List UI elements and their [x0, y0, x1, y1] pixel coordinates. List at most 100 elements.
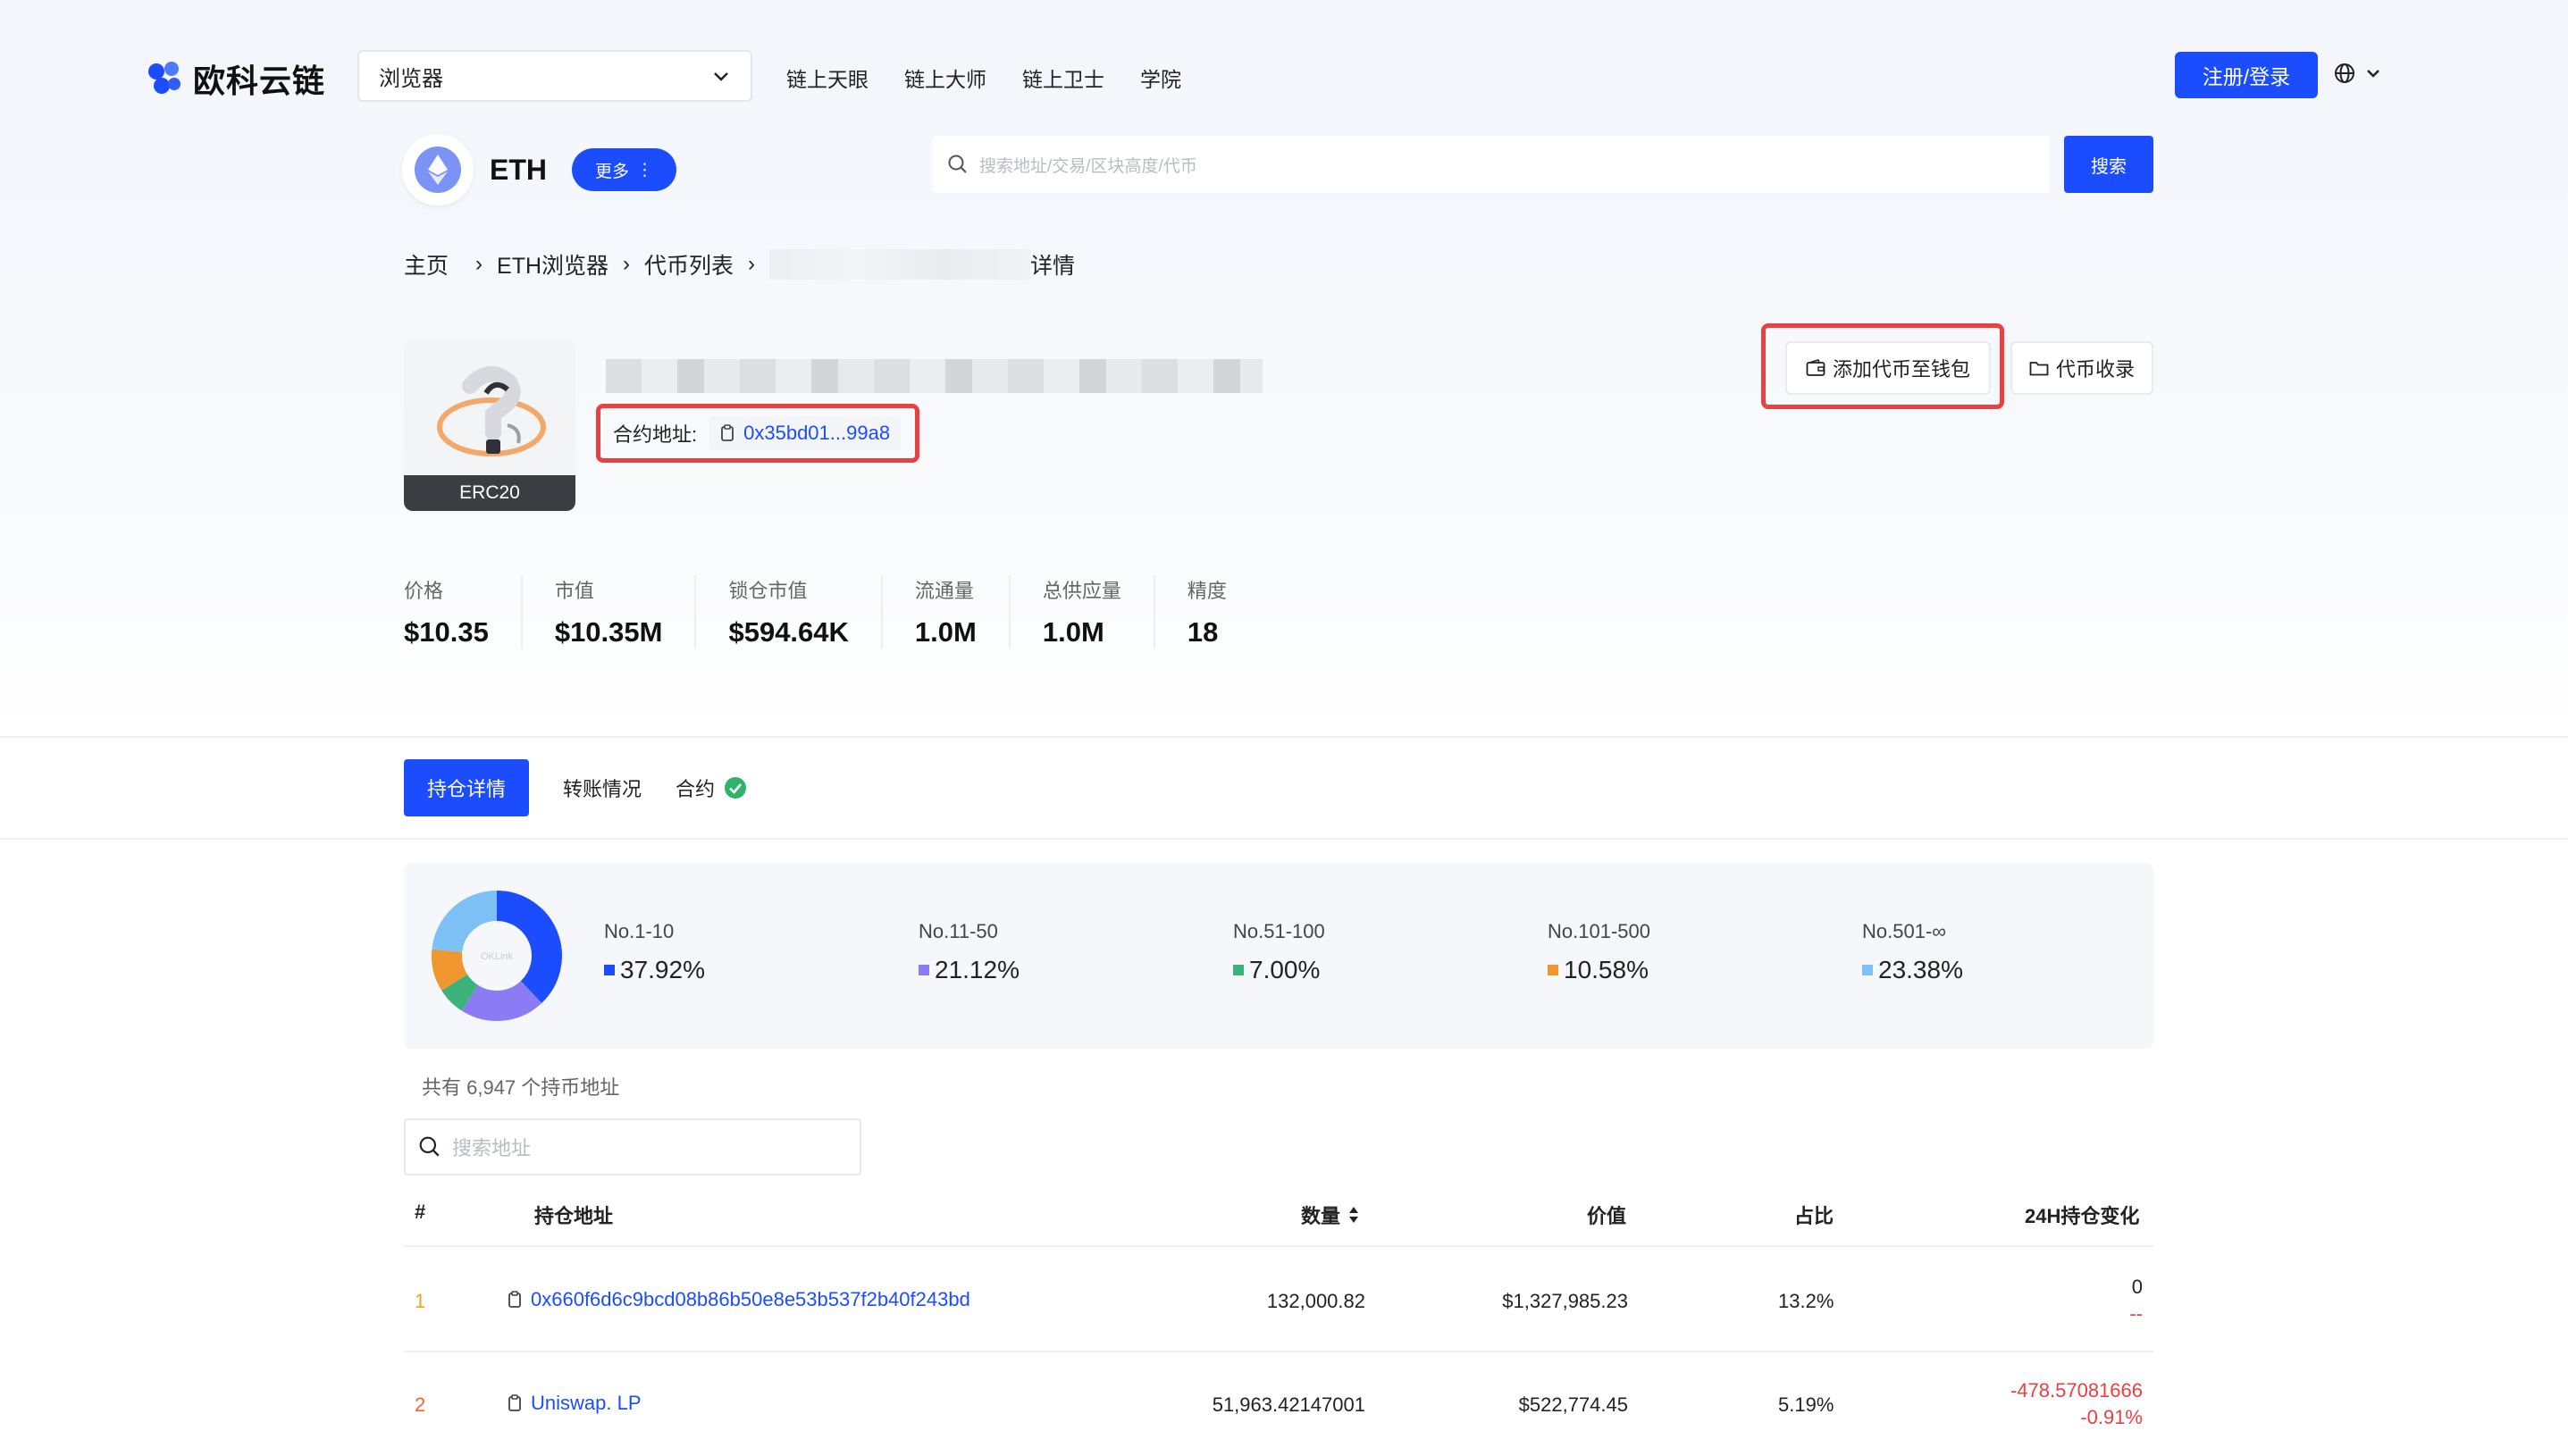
distribution-item: No.101-500 10.58% — [1548, 920, 1650, 984]
nav-item-tianyan[interactable]: 链上天眼 — [786, 63, 869, 93]
detail-tabs: 持仓详情 转账情况 合约 — [404, 759, 747, 816]
add-wallet-label: 添加代币至钱包 — [1832, 358, 1970, 381]
breadcrumb-token-name-blurred — [769, 249, 1031, 280]
distribution-value: 7.00% — [1233, 956, 1325, 984]
token-collect-button[interactable]: 代币收录 — [2010, 341, 2153, 395]
selector-label: 浏览器 — [379, 66, 443, 91]
copy-icon[interactable] — [508, 1291, 524, 1309]
global-search-input[interactable]: 搜索地址/交易/区块高度/代币 — [933, 136, 2050, 193]
globe-icon — [2335, 63, 2354, 83]
holder-address-link[interactable]: Uniswap. LP — [508, 1392, 642, 1415]
row-value: $522,774.45 — [1518, 1393, 1628, 1416]
contract-address-box: 合约地址: 0x35bd01...99a8 — [596, 404, 919, 463]
table-header-divider — [404, 1245, 2153, 1247]
search-icon — [419, 1136, 440, 1157]
distribution-donut-chart: OKLink — [432, 891, 562, 1021]
stat-value: 1.0M — [1042, 616, 1104, 648]
stat-circulating: 流通量 1.0M — [915, 575, 1011, 649]
top-nav: 链上天眼 链上大师 链上卫士 学院 — [786, 63, 1181, 93]
row-amount: 51,963.42147001 — [1212, 1393, 1365, 1416]
distribution-value-text: 23.38% — [1878, 956, 1963, 983]
distribution-label: No.1-10 — [604, 920, 675, 942]
distribution-item: No.11-50 21.12% — [919, 920, 1020, 984]
distribution-label: No.501-∞ — [1862, 920, 1946, 942]
donut-slice-3 — [432, 949, 468, 991]
donut-slice-2 — [441, 974, 479, 1011]
nav-item-weishi[interactable]: 链上卫士 — [1022, 63, 1104, 93]
legend-swatch — [1548, 965, 1558, 975]
verified-check-icon — [725, 777, 747, 799]
address-search-placeholder: 搜索地址 — [452, 1137, 532, 1159]
stat-label: 总供应量 — [1042, 580, 1121, 602]
distribution-label: No.101-500 — [1548, 920, 1650, 942]
contract-address-link[interactable]: 0x35bd01...99a8 — [709, 416, 902, 450]
distribution-value: 21.12% — [919, 956, 1020, 984]
distribution-label: No.51-100 — [1233, 920, 1325, 942]
donut-slice-0 — [496, 891, 562, 1003]
token-standard-badge: ERC20 — [404, 475, 575, 511]
stat-locked-value: 锁仓市值 $594.64K — [728, 575, 883, 649]
more-chains-button[interactable]: 更多 ⋮ — [572, 148, 677, 191]
distribution-value: 37.92% — [604, 956, 705, 984]
stat-label: 锁仓市值 — [728, 580, 808, 602]
row-rank: 1 — [415, 1290, 426, 1312]
stat-value: $594.64K — [728, 616, 849, 648]
nav-item-academy[interactable]: 学院 — [1140, 63, 1181, 93]
distribution-value-text: 7.00% — [1249, 956, 1321, 983]
search-button[interactable]: 搜索 — [2064, 136, 2153, 193]
donut-center-label: OKLink — [481, 951, 514, 962]
breadcrumb-home[interactable]: 主页 — [404, 248, 449, 280]
legend-swatch — [604, 965, 615, 975]
tab-contract[interactable]: 合约 — [676, 759, 747, 816]
copy-icon[interactable] — [508, 1394, 524, 1412]
nav-item-dashi[interactable]: 链上大师 — [904, 63, 986, 93]
legend-swatch — [919, 965, 929, 975]
add-to-wallet-button[interactable]: 添加代币至钱包 — [1785, 341, 1991, 395]
chevron-down-icon — [714, 72, 728, 81]
col-amount[interactable]: 数量 — [1301, 1201, 1360, 1229]
row-change-pct: -- — [2129, 1302, 2143, 1325]
tab-transfers[interactable]: 转账情况 — [563, 759, 642, 816]
stat-value: $10.35 — [404, 616, 489, 648]
row-divider — [404, 1351, 2153, 1352]
distribution-item: No.501-∞ 23.38% — [1862, 920, 1963, 984]
stat-decimals: 精度 18 — [1187, 575, 1259, 649]
chevron-down-icon — [2367, 70, 2379, 78]
language-selector[interactable] — [2334, 63, 2382, 84]
distribution-value: 10.58% — [1548, 956, 1650, 984]
tab-contract-label: 合约 — [676, 778, 716, 800]
breadcrumb: 主页 › ETH浏览器 › 代币列表 › 详情 — [404, 248, 1075, 280]
login-button[interactable]: 注册/登录 — [2175, 52, 2318, 98]
copy-icon[interactable] — [720, 424, 736, 442]
distribution-value-text: 37.92% — [620, 956, 705, 983]
row-share: 13.2% — [1778, 1290, 1834, 1312]
token-logo: ERC20 — [404, 339, 575, 511]
logo-icon — [148, 62, 182, 96]
holder-address-link[interactable]: 0x660f6d6c9bcd08b86b50e8e53b537f2b40f243… — [508, 1288, 970, 1311]
holder-address-text: Uniswap. LP — [531, 1392, 642, 1414]
col-rank: # — [415, 1201, 426, 1223]
token-name-blurred — [606, 359, 1263, 393]
address-search-input[interactable]: 搜索地址 — [404, 1118, 861, 1176]
tab-holdings[interactable]: 持仓详情 — [404, 759, 530, 816]
holder-distribution-card: OKLink No.1-10 37.92% No.11-50 21.12% No.51-… — [404, 863, 2153, 1049]
explorer-selector[interactable]: 浏览器 — [357, 50, 752, 102]
more-dots-icon: ⋮ — [636, 160, 654, 180]
chain-header: ETH 更多 ⋮ — [402, 134, 677, 205]
row-rank: 2 — [415, 1393, 426, 1416]
breadcrumb-explorer[interactable]: ETH浏览器 — [497, 248, 608, 280]
chevron-right-icon: › — [475, 252, 483, 276]
breadcrumb-token-list[interactable]: 代币列表 — [644, 248, 734, 280]
row-share: 5.19% — [1778, 1393, 1834, 1416]
holders-count: 共有 6,947 个持币地址 — [422, 1076, 620, 1099]
eth-icon — [402, 134, 474, 205]
stat-total-supply: 总供应量 1.0M — [1043, 575, 1155, 649]
chevron-right-icon: › — [748, 252, 756, 276]
sort-icon[interactable] — [1347, 1205, 1360, 1225]
col-change: 24H持仓变化 — [2025, 1205, 2140, 1227]
chevron-right-icon: › — [623, 252, 631, 276]
distribution-value-text: 21.12% — [935, 956, 1020, 983]
stat-label: 精度 — [1187, 580, 1227, 602]
tabs-divider — [0, 838, 2568, 840]
logo[interactable]: 欧科云链 — [148, 55, 325, 102]
